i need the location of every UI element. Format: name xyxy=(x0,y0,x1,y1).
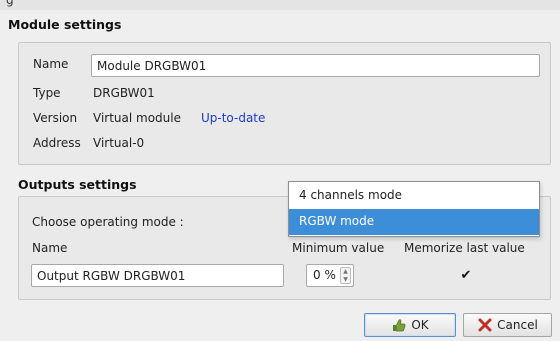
address-value: Virtual-0 xyxy=(93,136,145,150)
memorize-last-value-checkbox[interactable]: ✔ xyxy=(459,269,473,283)
version-status-link[interactable]: Up-to-date xyxy=(201,111,265,125)
operating-mode-dropdown[interactable]: 4 channels mode RGBW mode xyxy=(288,181,540,237)
minimum-value-spinbox[interactable]: 0 % ▲ ▼ xyxy=(306,264,354,287)
module-name-input[interactable] xyxy=(91,54,540,77)
cancel-button[interactable]: Cancel xyxy=(463,313,552,337)
mode-option-4-channels[interactable]: 4 channels mode xyxy=(289,183,539,209)
window-title-strip: g xyxy=(0,0,560,10)
x-icon xyxy=(477,317,493,333)
minimum-value-text: 0 % xyxy=(313,268,336,282)
module-settings-title: Module settings xyxy=(8,17,122,32)
type-label: Type xyxy=(33,86,61,100)
ok-label: OK xyxy=(411,318,429,332)
checkmark-icon: ✔ xyxy=(460,268,472,283)
version-value: Virtual module xyxy=(93,111,181,125)
mode-option-rgbw[interactable]: RGBW mode xyxy=(289,209,539,235)
type-value: DRGBW01 xyxy=(93,86,155,100)
col-name-header: Name xyxy=(32,241,68,255)
window-title: g xyxy=(6,0,14,7)
module-settings-dialog: g Module settings Name Type DRGBW01 Vers… xyxy=(0,0,560,341)
spinbox-arrows[interactable]: ▲ ▼ xyxy=(340,267,351,284)
col-memorize-header: Memorize last value xyxy=(404,241,525,255)
spin-up-icon[interactable]: ▲ xyxy=(341,268,350,275)
thumbs-up-icon xyxy=(391,317,407,333)
ok-button[interactable]: OK xyxy=(364,313,456,337)
spin-down-icon[interactable]: ▼ xyxy=(341,276,350,283)
col-min-value-header: Minimum value xyxy=(292,241,385,255)
name-label: Name xyxy=(33,57,69,71)
version-label: Version xyxy=(33,111,78,125)
cancel-label: Cancel xyxy=(497,318,538,332)
outputs-settings-title: Outputs settings xyxy=(18,177,137,192)
output-name-input[interactable] xyxy=(31,264,284,287)
address-label: Address xyxy=(33,136,81,150)
operating-mode-label: Choose operating mode : xyxy=(32,215,184,229)
